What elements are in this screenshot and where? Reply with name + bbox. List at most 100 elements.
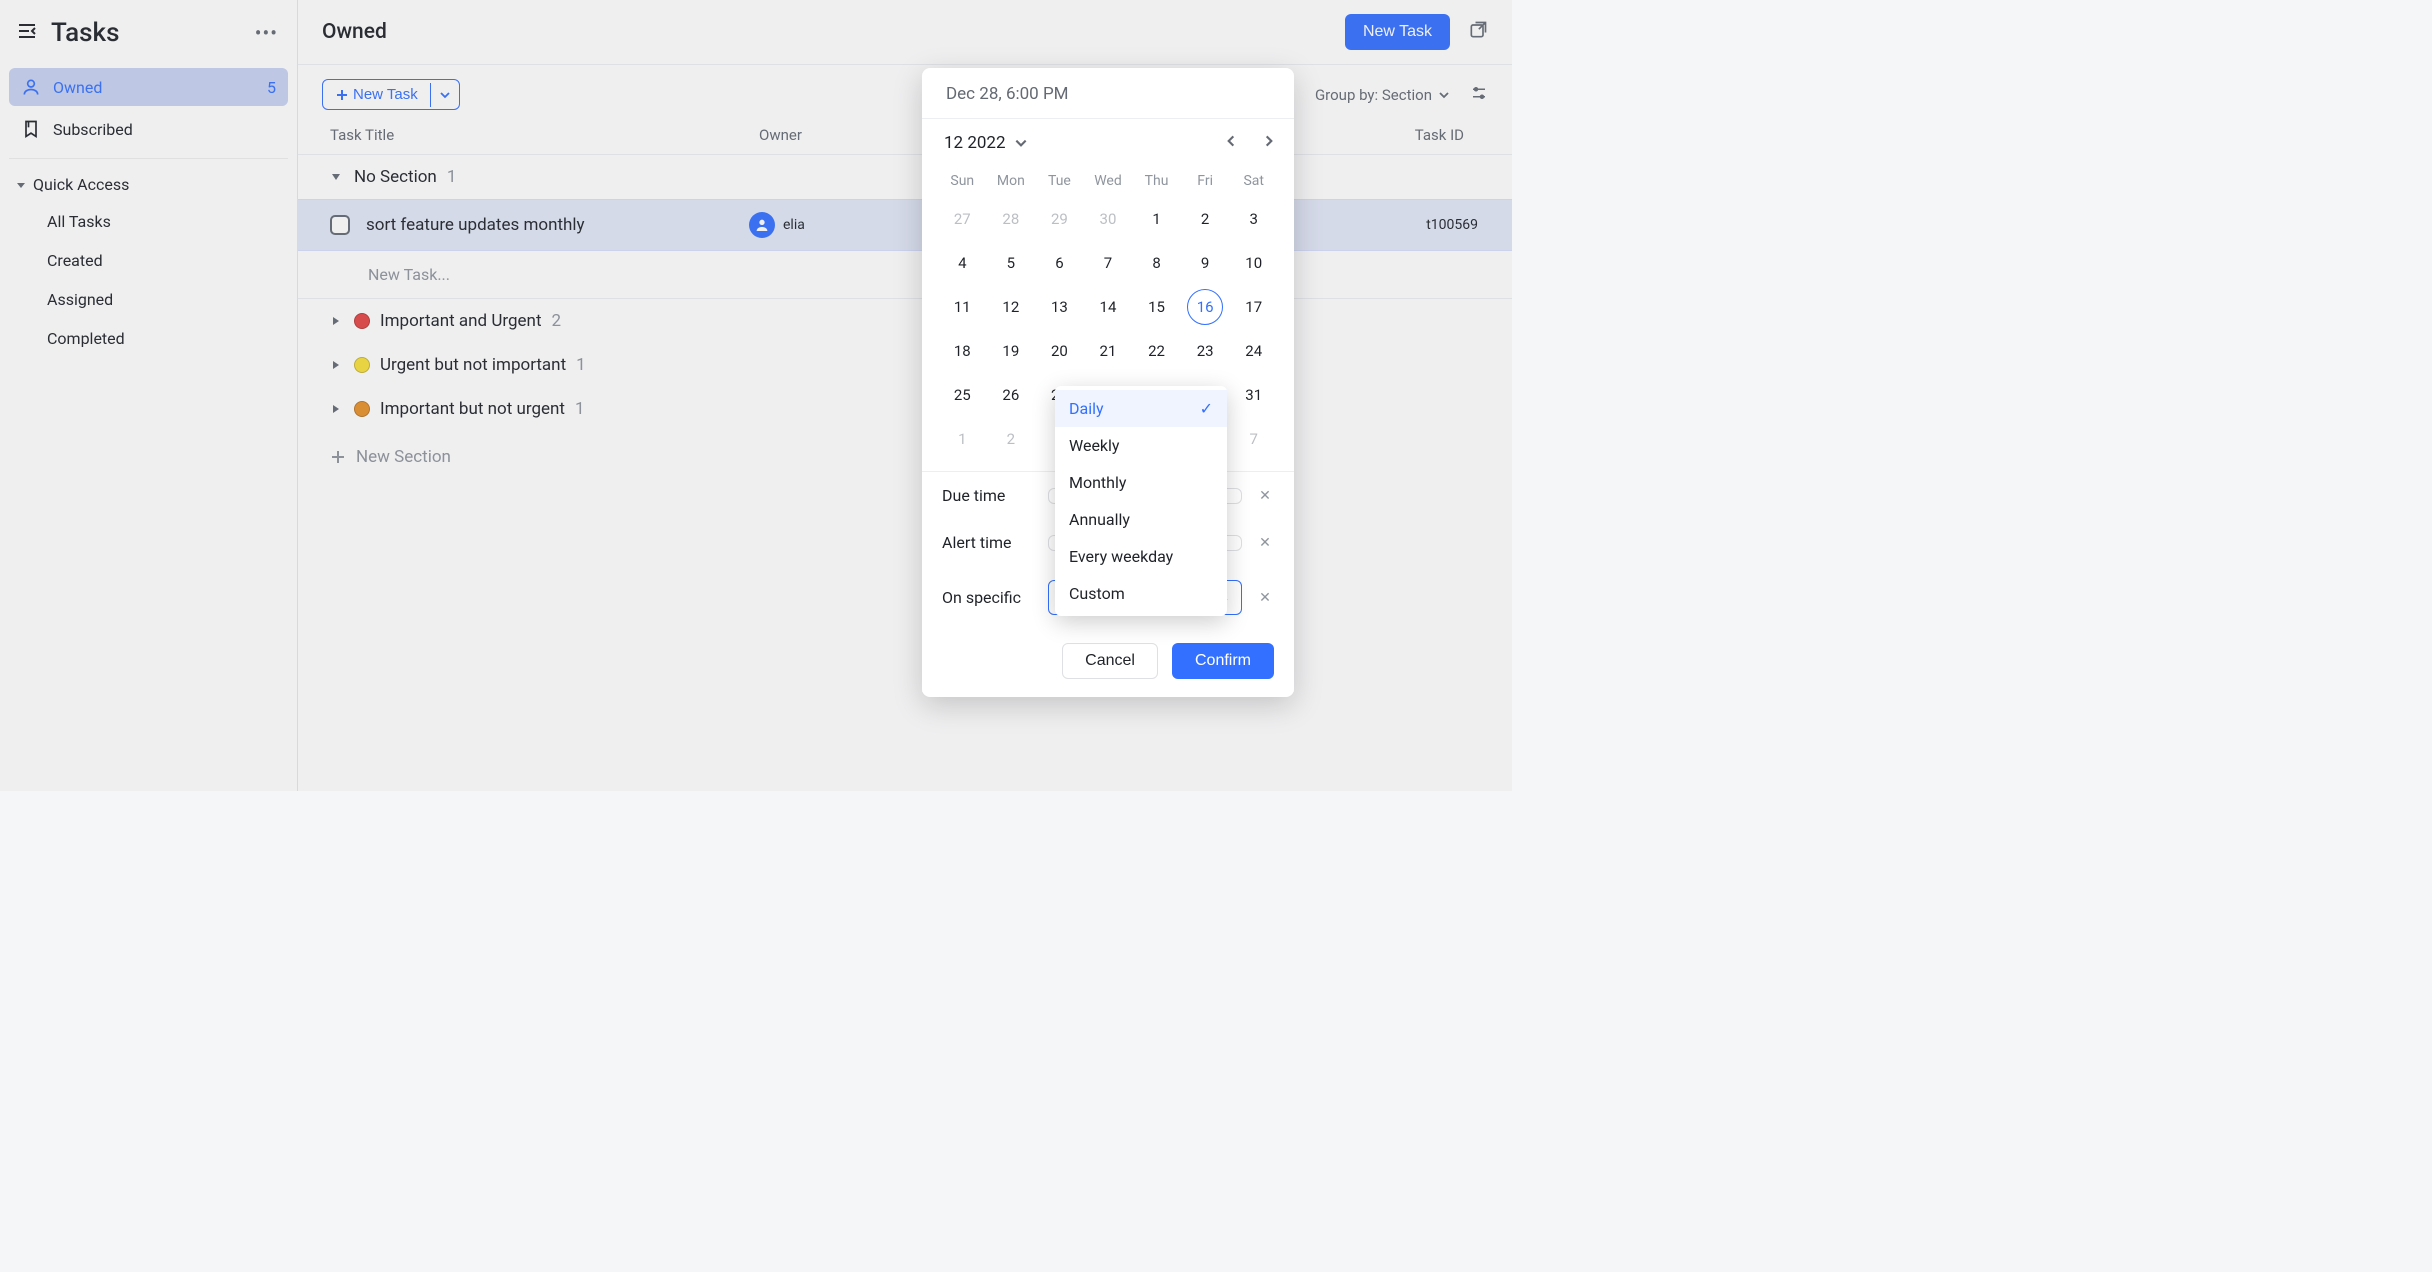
section-count: 1 xyxy=(575,399,585,419)
month-selector[interactable]: 12 2022 xyxy=(944,133,1028,153)
clear-due-time[interactable]: ✕ xyxy=(1256,488,1274,504)
priority-dot-orange xyxy=(354,401,370,417)
calendar-day[interactable]: 28 xyxy=(993,201,1029,237)
user-icon xyxy=(21,77,41,97)
sidebar-item-subscribed[interactable]: Subscribed xyxy=(9,110,288,148)
task-row[interactable]: sort feature updates monthly elia t10056… xyxy=(298,199,1512,251)
collapse-icon[interactable] xyxy=(15,19,39,47)
calendar-day[interactable]: 1 xyxy=(1139,201,1175,237)
section-name: Important but not urgent xyxy=(380,399,565,419)
new-task-placeholder[interactable]: New Task... xyxy=(298,251,1512,299)
recurrence-option[interactable]: Custom xyxy=(1055,575,1227,612)
calendar-day[interactable]: 25 xyxy=(944,377,980,413)
calendar-day[interactable]: 23 xyxy=(1187,333,1223,369)
prev-month-button[interactable] xyxy=(1224,134,1238,152)
calendar-day[interactable]: 7 xyxy=(1236,421,1272,457)
qa-assigned[interactable]: Assigned xyxy=(9,280,288,319)
new-section-button[interactable]: New Section xyxy=(298,431,1512,479)
recurrence-option[interactable]: Every weekday xyxy=(1055,538,1227,575)
calendar-day[interactable]: 13 xyxy=(1041,289,1077,325)
calendar-day[interactable]: 29 xyxy=(1041,201,1077,237)
dow-label: Thu xyxy=(1132,167,1181,195)
calendar-day[interactable]: 21 xyxy=(1090,333,1126,369)
quick-access-label: Quick Access xyxy=(33,175,129,194)
section-no-section[interactable]: No Section 1 xyxy=(298,155,1512,199)
qa-created[interactable]: Created xyxy=(9,241,288,280)
quick-access-header[interactable]: Quick Access xyxy=(9,158,288,202)
due-time-label: Due time xyxy=(942,486,1034,505)
section-important-not-urgent[interactable]: Important but not urgent 1 xyxy=(298,387,1512,431)
check-icon: ✓ xyxy=(1200,399,1213,418)
calendar-day[interactable]: 8 xyxy=(1139,245,1175,281)
calendar-day[interactable]: 3 xyxy=(1236,201,1272,237)
dow-label: Wed xyxy=(1084,167,1133,195)
cancel-button[interactable]: Cancel xyxy=(1062,643,1158,679)
section-urgent-not-important[interactable]: Urgent but not important 1 xyxy=(298,343,1512,387)
qa-all-tasks[interactable]: All Tasks xyxy=(9,202,288,241)
plus-icon xyxy=(335,88,349,102)
calendar-day[interactable]: 2 xyxy=(1187,201,1223,237)
calendar-day[interactable]: 24 xyxy=(1236,333,1272,369)
dow-label: Sat xyxy=(1229,167,1278,195)
caret-down-icon xyxy=(330,171,344,183)
clear-on-specific[interactable]: ✕ xyxy=(1256,590,1274,606)
qa-completed[interactable]: Completed xyxy=(9,319,288,358)
calendar-nav: 12 2022 xyxy=(922,119,1294,157)
calendar-day[interactable]: 27 xyxy=(944,201,980,237)
calendar-day[interactable]: 7 xyxy=(1090,245,1126,281)
calendar-day[interactable]: 31 xyxy=(1236,377,1272,413)
calendar-day[interactable]: 12 xyxy=(993,289,1029,325)
calendar-day[interactable]: 10 xyxy=(1236,245,1272,281)
section-important-urgent[interactable]: Important and Urgent 2 xyxy=(298,299,1512,343)
calendar-day[interactable]: 22 xyxy=(1139,333,1175,369)
table-header: Task Title Owner Task ID xyxy=(298,112,1512,155)
new-task-button[interactable]: New Task xyxy=(1345,14,1450,50)
calendar-day[interactable]: 4 xyxy=(944,245,980,281)
confirm-button[interactable]: Confirm xyxy=(1172,643,1274,679)
calendar-day[interactable]: 20 xyxy=(1041,333,1077,369)
settings-icon[interactable] xyxy=(1470,84,1488,106)
calendar-day[interactable]: 18 xyxy=(944,333,980,369)
calendar-day[interactable]: 5 xyxy=(993,245,1029,281)
col-task-title: Task Title xyxy=(330,126,759,144)
sidebar-item-label: Subscribed xyxy=(53,120,133,139)
calendar-day[interactable]: 30 xyxy=(1090,201,1126,237)
calendar-day[interactable]: 11 xyxy=(944,289,980,325)
next-month-button[interactable] xyxy=(1262,134,1276,152)
main-header: Owned New Task xyxy=(298,0,1512,65)
owner-name: elia xyxy=(783,217,805,233)
calendar-day[interactable]: 6 xyxy=(1041,245,1077,281)
recurrence-option[interactable]: Annually xyxy=(1055,501,1227,538)
new-task-dropdown-button[interactable] xyxy=(430,83,459,107)
avatar xyxy=(749,212,775,238)
more-icon[interactable]: ••• xyxy=(255,21,278,45)
dow-label: Fri xyxy=(1181,167,1230,195)
col-task-id: Task ID xyxy=(1358,126,1488,144)
priority-dot-red xyxy=(354,313,370,329)
table-area: Task Title Owner Task ID No Section 1 so… xyxy=(298,112,1512,479)
recurrence-option[interactable]: Daily✓ xyxy=(1055,390,1227,427)
sidebar-item-owned[interactable]: Owned 5 xyxy=(9,68,288,106)
calendar-day[interactable]: 19 xyxy=(993,333,1029,369)
calendar-day[interactable]: 9 xyxy=(1187,245,1223,281)
calendar-day[interactable]: 2 xyxy=(993,421,1029,457)
popout-icon[interactable] xyxy=(1468,20,1488,44)
calendar-day[interactable]: 16 xyxy=(1187,289,1223,325)
calendar-day[interactable]: 15 xyxy=(1139,289,1175,325)
task-checkbox[interactable] xyxy=(330,215,350,235)
section-name: Important and Urgent xyxy=(380,311,542,331)
calendar-day[interactable]: 14 xyxy=(1090,289,1126,325)
task-title: sort feature updates monthly xyxy=(366,215,749,235)
recurrence-option[interactable]: Monthly xyxy=(1055,464,1227,501)
section-count: 2 xyxy=(552,311,562,331)
recurrence-option[interactable]: Weekly xyxy=(1055,427,1227,464)
calendar-day[interactable]: 17 xyxy=(1236,289,1272,325)
clear-alert-time[interactable]: ✕ xyxy=(1256,535,1274,551)
new-task-inline-button[interactable]: New Task xyxy=(323,80,430,109)
col-owner: Owner xyxy=(759,126,929,144)
group-by-control[interactable]: Group by: Section xyxy=(1315,86,1450,104)
calendar-day[interactable]: 26 xyxy=(993,377,1029,413)
calendar-day[interactable]: 1 xyxy=(944,421,980,457)
section-name: Urgent but not important xyxy=(380,355,566,375)
recurrence-dropdown: Daily✓WeeklyMonthlyAnnuallyEvery weekday… xyxy=(1055,386,1227,616)
